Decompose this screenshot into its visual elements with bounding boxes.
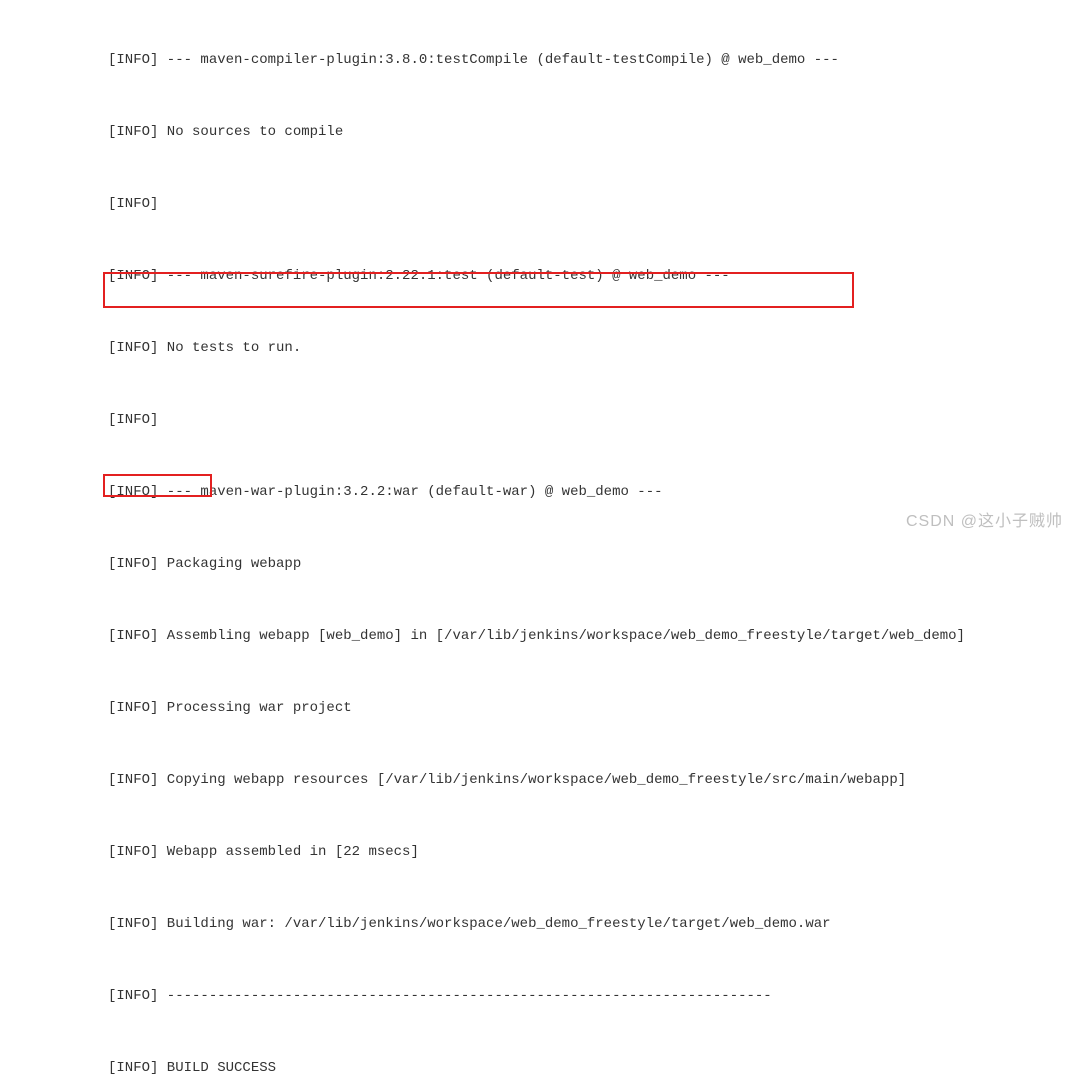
log-line: [INFO] No sources to compile (108, 120, 1073, 144)
log-line: [INFO] No tests to run. (108, 336, 1073, 360)
log-line: [INFO] Webapp assembled in [22 msecs] (108, 840, 1073, 864)
log-line: [INFO] --- maven-war-plugin:3.2.2:war (d… (108, 480, 1073, 504)
log-line: [INFO] ---------------------------------… (108, 984, 1073, 1008)
log-line: [INFO] BUILD SUCCESS (108, 1056, 1073, 1078)
log-line: [INFO] Copying webapp resources [/var/li… (108, 768, 1073, 792)
log-line: [INFO] --- maven-surefire-plugin:2.22.1:… (108, 264, 1073, 288)
watermark-text: CSDN @这小子贼帅 (906, 507, 1063, 531)
log-line: [INFO] Processing war project (108, 696, 1073, 720)
log-line: [INFO] (108, 408, 1073, 432)
console-log-output: [INFO] --- maven-compiler-plugin:3.8.0:t… (0, 0, 1073, 1078)
log-line: [INFO] Packaging webapp (108, 552, 1073, 576)
log-line: [INFO] Building war: /var/lib/jenkins/wo… (108, 912, 1073, 936)
log-line: [INFO] --- maven-compiler-plugin:3.8.0:t… (108, 48, 1073, 72)
log-line: [INFO] (108, 192, 1073, 216)
log-line: [INFO] Assembling webapp [web_demo] in [… (108, 624, 1073, 648)
